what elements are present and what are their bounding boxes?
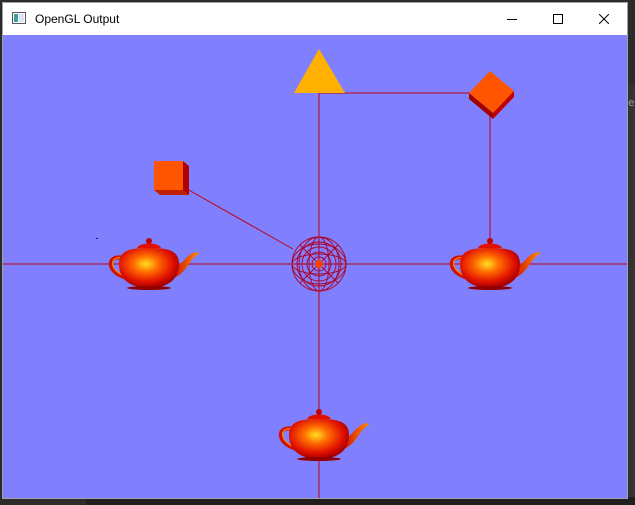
- app-window-icon: [12, 12, 26, 24]
- cube-left-shape: [154, 161, 189, 195]
- teapot-bottom-shape: [278, 407, 371, 463]
- close-icon: [599, 14, 609, 24]
- cube-to-sphere-line: [186, 188, 294, 250]
- cube-top-right-shape: [469, 71, 514, 119]
- background-window-text: e: [628, 96, 635, 109]
- teapot-left-shape: [108, 236, 201, 292]
- maximize-button[interactable]: [535, 3, 581, 35]
- close-button[interactable]: [581, 3, 627, 35]
- minimize-button[interactable]: [489, 3, 535, 35]
- wire-sphere-shape: [291, 236, 347, 292]
- opengl-window[interactable]: OpenGL Output: [2, 2, 628, 499]
- teapot-right-shape: [449, 236, 542, 292]
- minimize-icon: [507, 19, 517, 20]
- render-speck: [96, 238, 98, 239]
- opengl-canvas[interactable]: [3, 35, 627, 498]
- scene-render: [3, 49, 627, 498]
- window-title: OpenGL Output: [35, 12, 120, 26]
- triangle-shape: [294, 49, 345, 93]
- title-bar[interactable]: OpenGL Output: [3, 3, 627, 35]
- maximize-icon: [553, 14, 563, 24]
